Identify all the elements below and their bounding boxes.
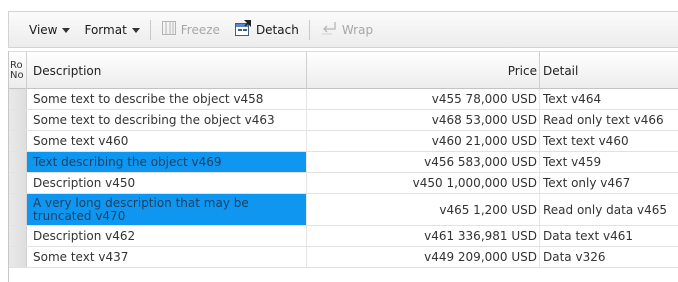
detail-cell[interactable]: Text v464 (540, 89, 678, 109)
wrap-label: Wrap (341, 22, 374, 37)
description-text: A very long description that may be trun… (33, 195, 249, 223)
price-cell[interactable]: v455 78,000 USD (307, 89, 540, 109)
row-header[interactable] (9, 226, 27, 246)
price-cell[interactable]: v460 21,000 USD (307, 131, 540, 151)
description-cell[interactable]: Some text to describe the object v458 (27, 89, 307, 109)
table-row[interactable]: Description v462 v461 336,981 USD Data t… (9, 226, 678, 247)
detail-cell[interactable]: Data text v461 (540, 226, 678, 246)
description-cell[interactable]: Some text to describing the object v463 (27, 110, 307, 130)
wrap-text-icon (320, 20, 338, 39)
table-row[interactable]: Some text to describing the object v463 … (9, 110, 678, 131)
format-menu-button[interactable]: Format (80, 19, 143, 41)
detail-cell[interactable]: Text text v460 (540, 131, 678, 151)
row-header[interactable] (9, 247, 27, 267)
detach-icon (234, 19, 252, 40)
row-header[interactable] (9, 173, 27, 193)
description-cell[interactable]: Text describing the object v469 (27, 152, 307, 172)
description-cell[interactable]: Some text v460 (27, 131, 307, 151)
detach-label: Detach (255, 22, 299, 37)
toolbar: View Format Freeze Detach Wrap (8, 11, 678, 48)
description-cell[interactable]: A very long description that may be trun… (27, 194, 307, 225)
column-header-description[interactable]: Description (27, 52, 307, 89)
description-cell[interactable]: Some text v437 (27, 247, 307, 267)
data-table: Ro No Description Price Detail Some text… (8, 51, 678, 282)
row-header[interactable] (9, 194, 27, 225)
price-cell[interactable]: v468 53,000 USD (307, 110, 540, 130)
table-row[interactable]: Description v450 v450 1,000,000 USD Text… (9, 173, 678, 194)
freeze-button[interactable]: Freeze (157, 19, 224, 41)
view-menu-label: View (29, 22, 58, 37)
row-header[interactable] (9, 110, 27, 130)
description-cell[interactable]: Description v450 (27, 173, 307, 193)
price-cell[interactable]: v450 1,000,000 USD (307, 173, 540, 193)
price-cell[interactable]: v449 209,000 USD (307, 247, 540, 267)
format-menu-label: Format (84, 22, 127, 37)
freeze-label: Freeze (180, 22, 220, 37)
detail-cell[interactable]: Data v326 (540, 247, 678, 267)
detach-button[interactable]: Detach (230, 19, 303, 41)
price-cell[interactable]: v461 336,981 USD (307, 226, 540, 246)
table-row[interactable]: Some text v437 v449 209,000 USD Data v32… (9, 247, 678, 268)
table-row[interactable]: Some text to describe the object v458 v4… (9, 89, 678, 110)
price-cell[interactable]: v456 583,000 USD (307, 152, 540, 172)
table-row-selected[interactable]: Text describing the object v469 v456 583… (9, 152, 678, 173)
detail-cell[interactable]: Read only data v465 (540, 194, 678, 225)
row-header[interactable] (9, 131, 27, 151)
detail-cell[interactable]: Read only text v466 (540, 110, 678, 130)
freeze-columns-icon (161, 20, 177, 39)
chevron-down-icon (62, 27, 71, 33)
table-row[interactable]: Some text v460 v460 21,000 USD Text text… (9, 131, 678, 152)
column-header-row-number[interactable]: Ro No (9, 52, 27, 89)
price-cell[interactable]: v465 1,200 USD (307, 194, 540, 225)
toolbar-separator (149, 19, 151, 40)
detail-cell[interactable]: Text v459 (540, 152, 678, 172)
wrap-button[interactable]: Wrap (316, 19, 377, 41)
description-cell[interactable]: Description v462 (27, 226, 307, 246)
table-row-selected[interactable]: A very long description that may be trun… (9, 194, 678, 226)
row-header[interactable] (9, 152, 27, 172)
toolbar-separator (308, 19, 310, 40)
column-header-detail[interactable]: Detail (540, 52, 678, 89)
detail-cell[interactable]: Text only v467 (540, 173, 678, 193)
column-header-price[interactable]: Price (307, 52, 540, 89)
table-header: Ro No Description Price Detail (9, 51, 678, 89)
table-body: Some text to describe the object v458 v4… (9, 89, 678, 268)
row-header[interactable] (9, 89, 27, 109)
chevron-down-icon (131, 27, 140, 33)
view-menu-button[interactable]: View (25, 19, 74, 41)
